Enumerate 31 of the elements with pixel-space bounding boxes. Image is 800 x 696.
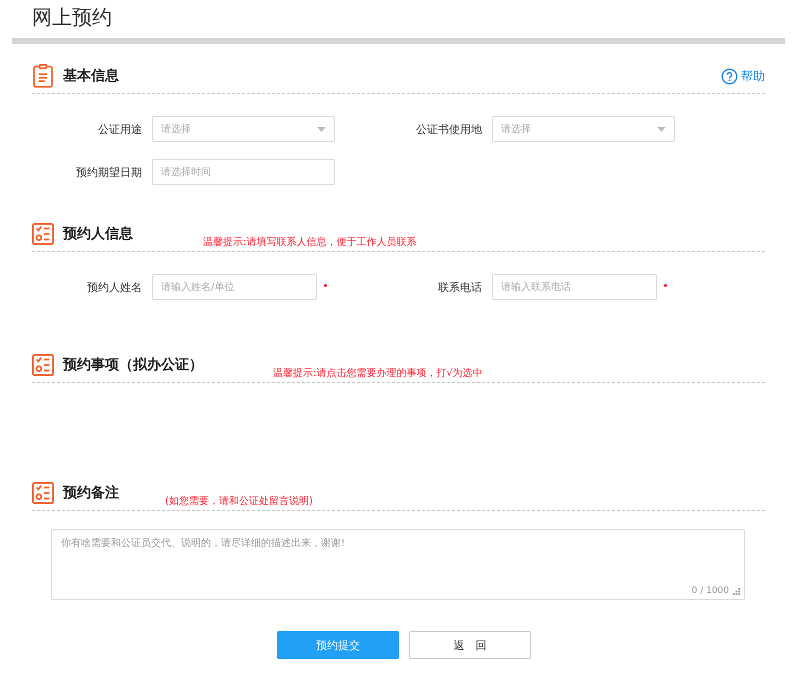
checklist-icon	[32, 353, 54, 377]
field-label: 预约期望日期	[75, 164, 143, 180]
select-field[interactable]: 请选择	[492, 116, 675, 142]
help-icon	[721, 68, 738, 84]
hint-text: 温馨提示:请填写联系人信息，便于工作人员联系	[203, 236, 416, 249]
section-title: 预约人信息	[63, 225, 133, 243]
submit-button[interactable]: 预约提交	[277, 631, 399, 659]
field-label: 公证书使用地	[415, 122, 483, 136]
section-title: 预约事项（拟办公证）	[63, 356, 203, 374]
note-field[interactable]: 你有啥需要和公证员交代、说明的，请尽详细的描述出来，谢谢! 0 / 1000	[51, 529, 745, 600]
caret-icon	[657, 126, 666, 132]
char-counter: 0 / 1000	[692, 586, 729, 596]
caret-icon	[317, 126, 326, 132]
back-button[interactable]: 返 回	[409, 631, 531, 659]
page-title: 网上预约	[32, 4, 113, 31]
field-label: 预约人姓名	[86, 280, 143, 294]
input-field[interactable]: 请选择时间	[152, 159, 335, 185]
field-label: 联系电话	[437, 280, 483, 294]
clipboard-icon	[32, 64, 54, 88]
resize-grip-icon	[733, 588, 740, 594]
checklist-icon	[32, 481, 54, 505]
input-field[interactable]: 请输入姓名/单位	[152, 274, 317, 300]
field-label: 公证用途	[97, 122, 143, 136]
select-field[interactable]: 请选择	[152, 116, 335, 142]
hint-text: (如您需要，请和公证处留言说明)	[165, 494, 313, 508]
help-link[interactable]: 帮助	[721, 68, 765, 84]
section-title: 基本信息	[63, 67, 119, 85]
section-title: 预约备注	[63, 484, 119, 502]
hint-text: 温馨提示:请点击您需要办理的事项，打√为选中	[273, 366, 483, 380]
checklist-icon	[32, 222, 54, 246]
input-field[interactable]: 请输入联系电话	[492, 274, 657, 300]
